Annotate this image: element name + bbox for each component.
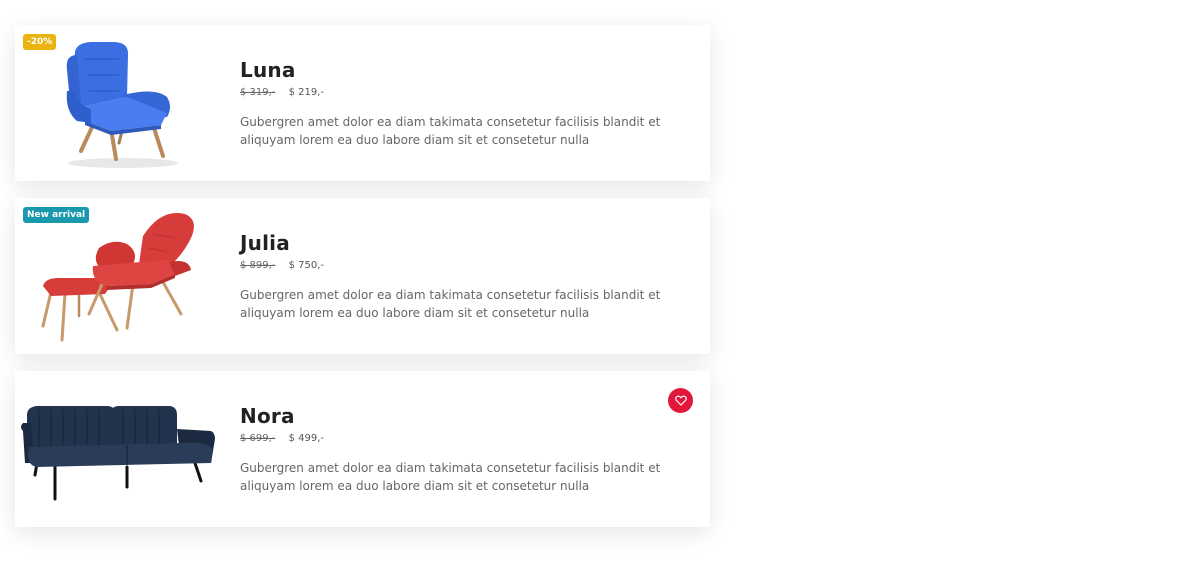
current-price: $ 219,- — [288, 87, 325, 98]
product-prices: $ 899,- $ 750,- — [240, 259, 690, 273]
product-name[interactable]: Julia — [240, 231, 690, 255]
product-card[interactable]: Nora $ 699,- $ 499,- Gubergren amet dolo… — [15, 371, 710, 527]
old-price: $ 899,- — [240, 260, 276, 271]
product-prices: $ 699,- $ 499,- — [240, 432, 690, 446]
navy-sofa-image[interactable] — [15, 371, 230, 527]
product-info: Julia $ 899,- $ 750,- Gubergren amet dol… — [240, 231, 690, 322]
product-name[interactable]: Nora — [240, 404, 690, 428]
product-info: Luna $ 319,- $ 219,- Gubergren amet dolo… — [240, 58, 690, 149]
product-card[interactable]: New arrival Julia $ 899,- $ 750,- Guberg… — [15, 198, 710, 354]
product-description: Gubergren amet dolor ea diam takimata co… — [240, 461, 661, 493]
product-image-area[interactable]: -20% — [15, 25, 230, 181]
new-arrival-badge: New arrival — [23, 207, 90, 223]
discount-badge: -20% — [23, 34, 57, 50]
product-description: Gubergren amet dolor ea diam takimata co… — [240, 115, 661, 147]
product-info: Nora $ 699,- $ 499,- Gubergren amet dolo… — [240, 404, 690, 495]
product-name[interactable]: Luna — [240, 58, 690, 82]
product-list: -20% Luna $ 319,- $ 219,- Gubergren amet… — [15, 25, 710, 544]
product-card[interactable]: -20% Luna $ 319,- $ 219,- Gubergren amet… — [15, 25, 710, 181]
product-image-area[interactable]: New arrival — [15, 198, 230, 354]
current-price: $ 499,- — [288, 433, 325, 444]
product-description: Gubergren amet dolor ea diam takimata co… — [240, 288, 661, 320]
old-price: $ 699,- — [240, 433, 276, 444]
product-image-area[interactable] — [15, 371, 230, 527]
product-prices: $ 319,- $ 219,- — [240, 86, 690, 100]
favorite-button[interactable] — [668, 388, 693, 413]
heart-icon — [674, 395, 687, 406]
current-price: $ 750,- — [288, 260, 325, 271]
old-price: $ 319,- — [240, 87, 276, 98]
